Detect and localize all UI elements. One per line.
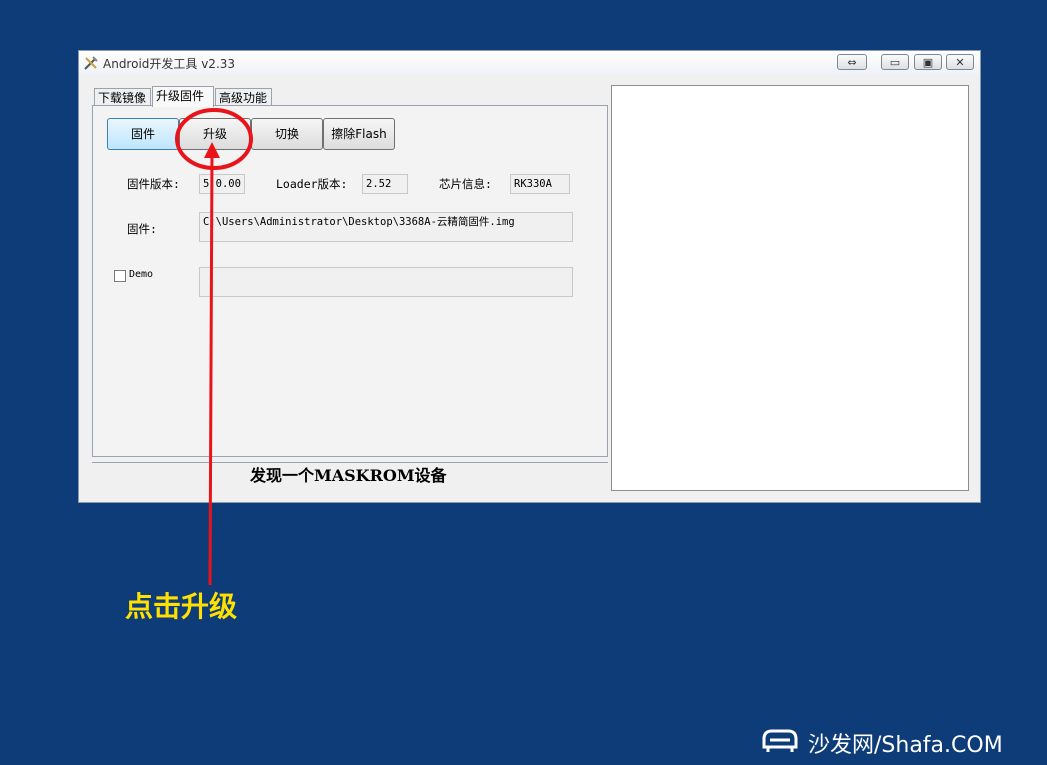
tab-advanced[interactable]: 高级功能	[215, 88, 272, 106]
loader-version-label: Loader版本:	[276, 177, 348, 191]
watermark: 沙发网/Shafa.COM	[760, 725, 1003, 758]
status-text: 发现一个MASKROM设备	[250, 466, 447, 485]
restore-button[interactable]: ▣	[914, 54, 942, 70]
demo-label: Demo	[129, 269, 154, 280]
window-title: Android开发工具 v2.33	[103, 57, 236, 71]
tools-icon	[84, 56, 98, 70]
swap-icon[interactable]: ⇔	[837, 54, 867, 70]
close-button[interactable]: ✕	[946, 54, 974, 70]
erase-flash-button[interactable]: 擦除Flash	[323, 118, 395, 150]
annotation-label: 点击升级	[125, 590, 238, 623]
tab-download-image[interactable]: 下载镜像	[94, 88, 151, 106]
upgrade-panel: 固件 升级 切换 擦除Flash 固件版本: 5.0.00 Loader版本: …	[92, 105, 608, 457]
log-output[interactable]	[611, 85, 969, 491]
demo-checkbox[interactable]	[114, 270, 126, 282]
switch-button[interactable]: 切换	[251, 118, 323, 150]
chip-info-label: 芯片信息:	[439, 177, 492, 191]
title-bar[interactable]: Android开发工具 v2.33 ⇔ ▭ ▣ ✕	[79, 51, 980, 75]
chip-info-field: RK330A	[510, 174, 570, 194]
firmware-version-label: 固件版本:	[127, 177, 180, 191]
upgrade-button[interactable]: 升级	[179, 118, 251, 150]
demo-field[interactable]	[199, 267, 573, 297]
firmware-button[interactable]: 固件	[107, 118, 179, 150]
sofa-logo-icon	[762, 729, 798, 752]
firmware-path-label: 固件:	[127, 222, 157, 236]
tab-upgrade-firmware[interactable]: 升级固件	[152, 86, 214, 107]
app-window: Android开发工具 v2.33 ⇔ ▭ ▣ ✕ 下载镜像 升级固件 高级功能…	[78, 50, 981, 503]
firmware-path-field[interactable]: C:\Users\Administrator\Desktop\3368A-云精简…	[199, 212, 573, 242]
loader-version-field: 2.52	[362, 174, 408, 194]
status-bar: 发现一个MASKROM设备	[92, 462, 608, 485]
watermark-text: 沙发网/Shafa.COM	[808, 733, 1003, 758]
minimize-button[interactable]: ▭	[881, 54, 909, 70]
firmware-version-field: 5.0.00	[199, 174, 245, 194]
